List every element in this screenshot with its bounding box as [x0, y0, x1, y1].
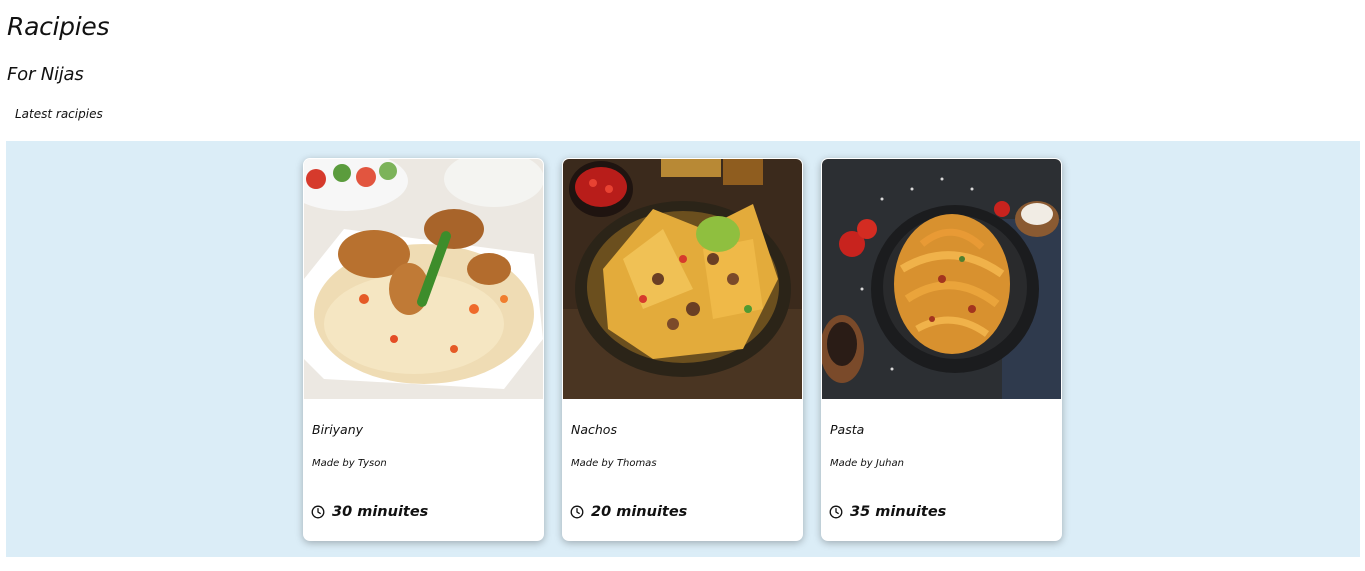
biriyani-photo: [304, 159, 543, 399]
recipe-time-label: 35 minuites: [850, 504, 947, 520]
recipe-author: Made by Tyson: [312, 458, 387, 469]
page-title: Racipies: [7, 12, 110, 41]
recipe-name[interactable]: Nachos: [571, 422, 617, 437]
recipe-card[interactable]: Pasta Made by Juhan 35 minuites: [821, 158, 1062, 541]
recipe-time-label: 20 minuites: [591, 504, 688, 520]
clock-icon: [829, 505, 843, 519]
recipe-card[interactable]: Biriyany Made by Tyson 30 minuites: [303, 158, 544, 541]
recipe-card[interactable]: Nachos Made by Thomas 20 minuites: [562, 158, 803, 541]
recipe-time: 20 minuites: [570, 504, 687, 520]
recipe-author: Made by Juhan: [830, 458, 904, 469]
recipe-image[interactable]: [563, 159, 802, 399]
section-label: Latest racipies: [15, 107, 103, 121]
recipe-image[interactable]: [822, 159, 1061, 399]
recipe-name[interactable]: Pasta: [830, 422, 864, 437]
clock-icon: [570, 505, 584, 519]
recipe-time: 35 minuites: [829, 504, 946, 520]
clock-icon: [311, 505, 325, 519]
nachos-photo: [563, 159, 802, 399]
recipe-time: 30 minuites: [311, 504, 428, 520]
pasta-photo: [822, 159, 1061, 399]
recipe-time-label: 30 minuites: [332, 504, 429, 520]
recipe-image[interactable]: [304, 159, 543, 399]
recipe-name[interactable]: Biriyany: [312, 422, 363, 437]
recipe-author: Made by Thomas: [571, 458, 657, 469]
page-subtitle: For Nijas: [7, 64, 84, 85]
